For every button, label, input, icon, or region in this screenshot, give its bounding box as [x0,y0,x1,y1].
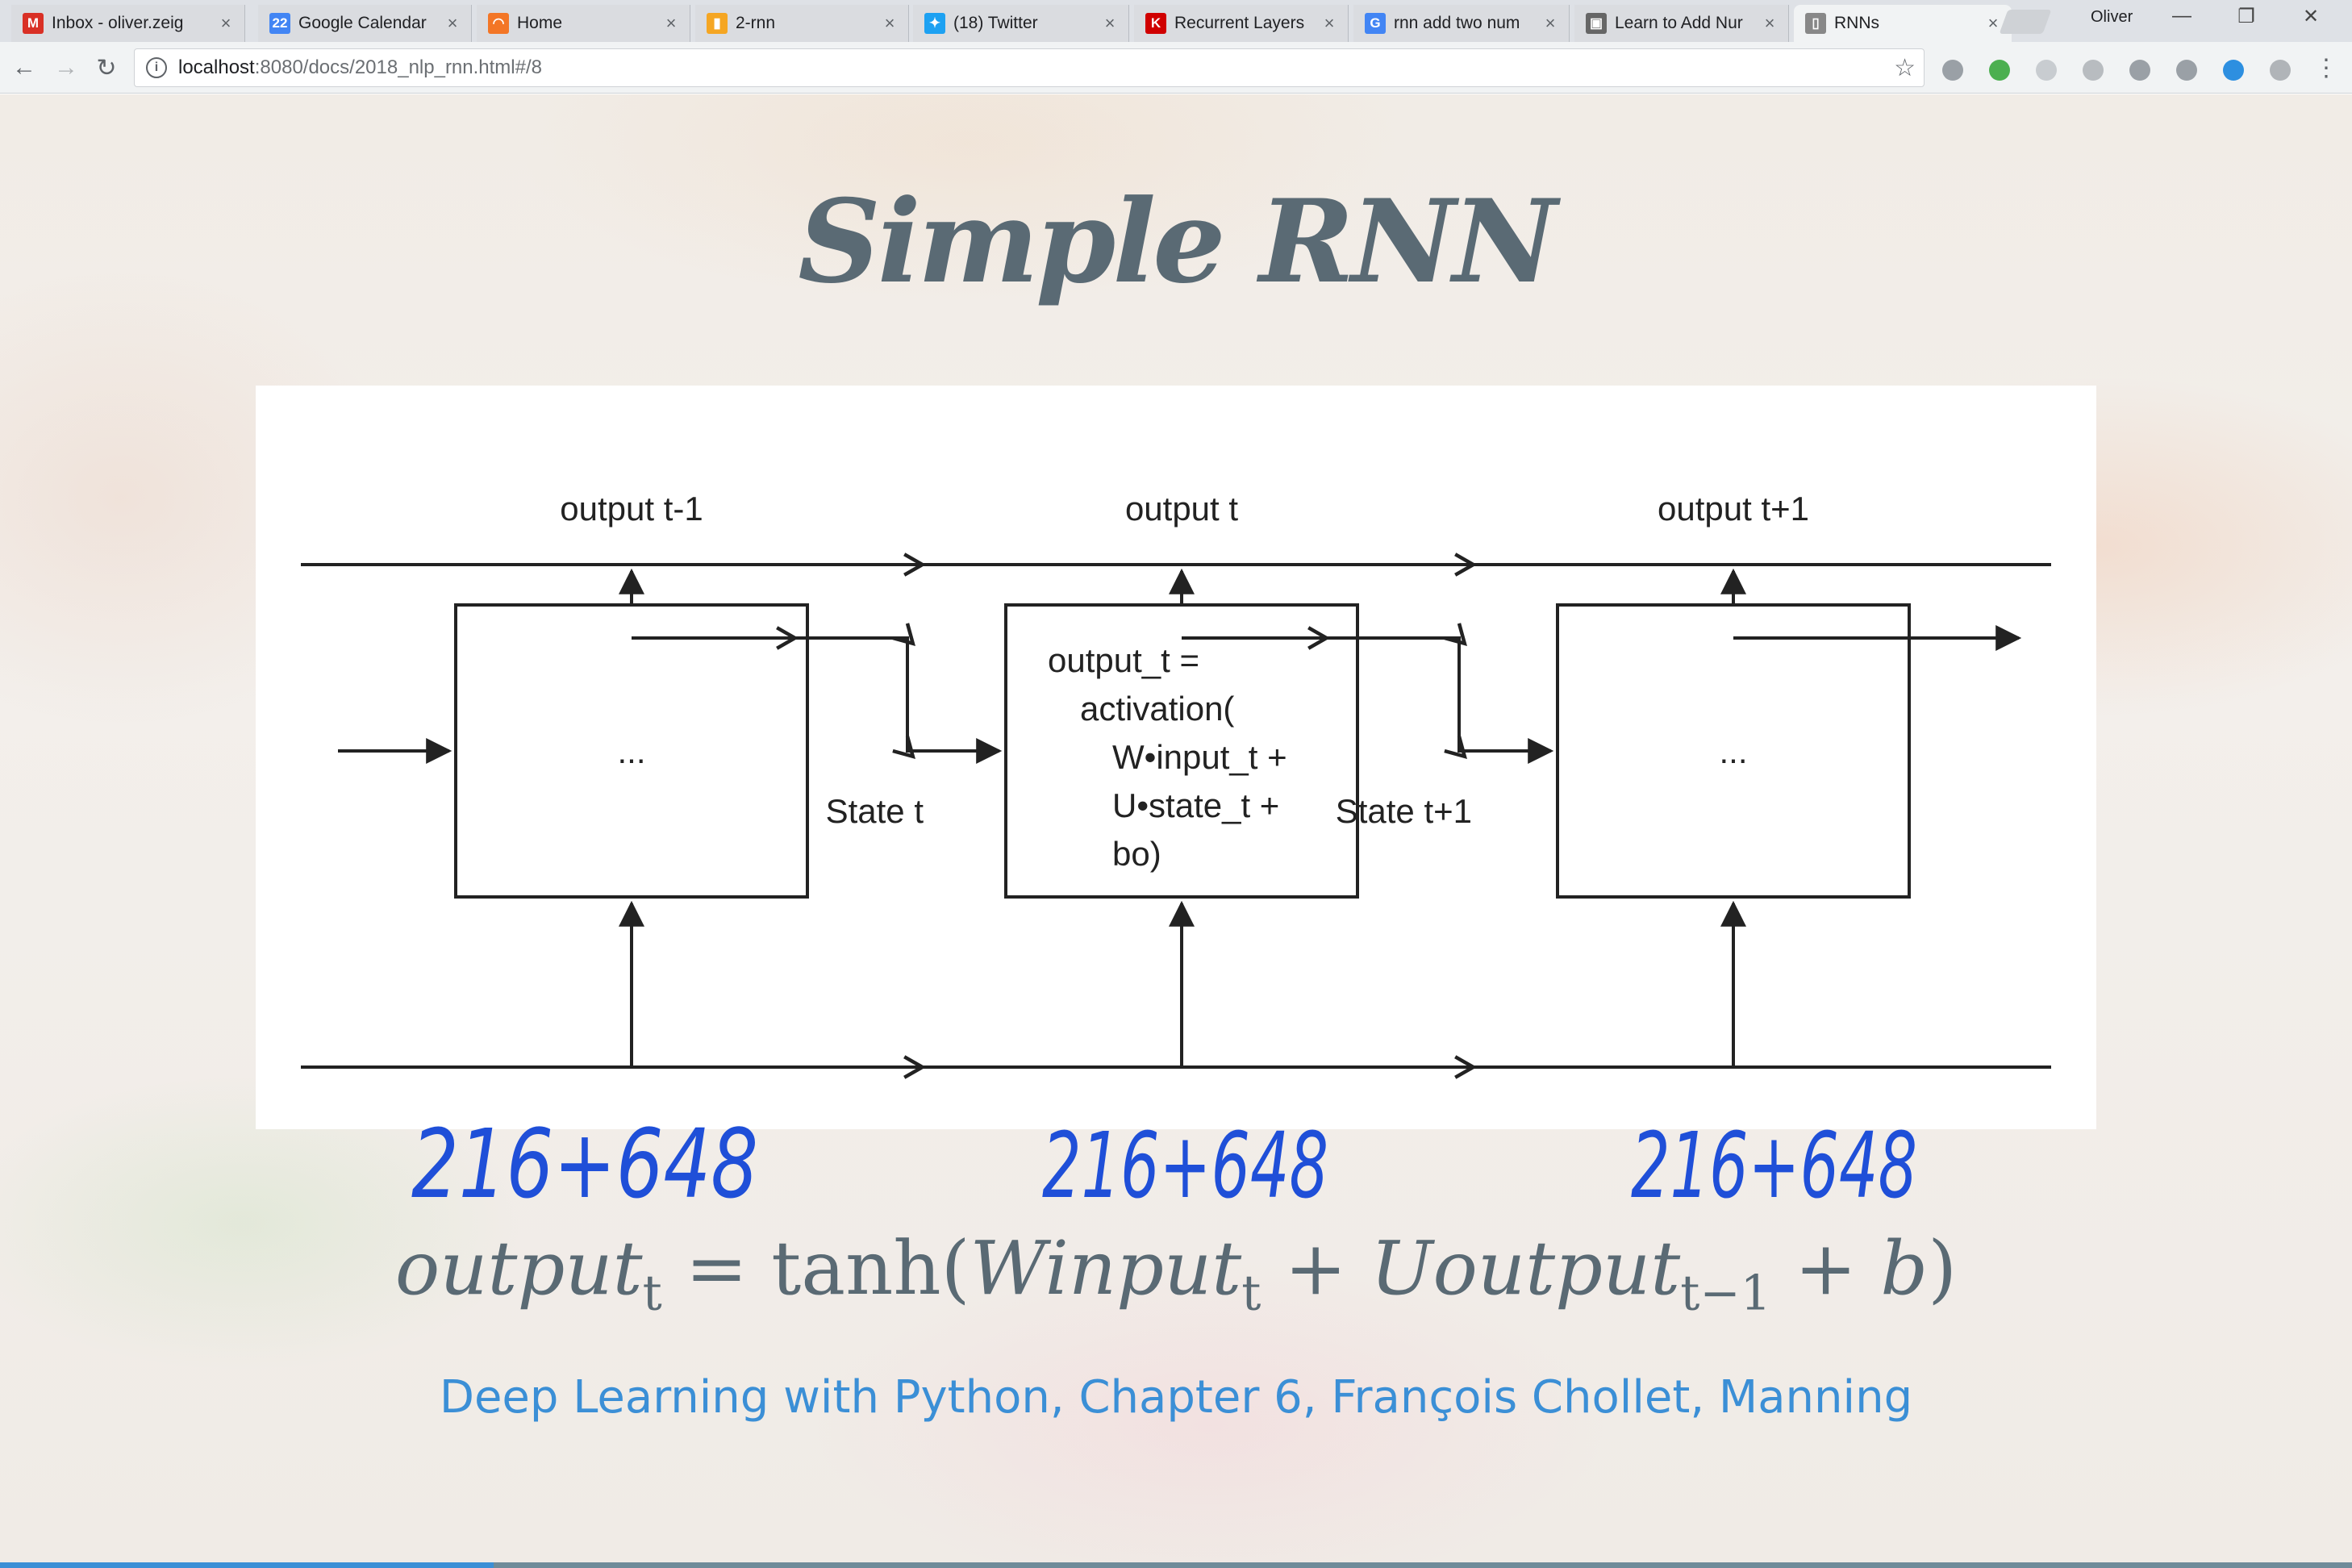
formula-lhs: output [394,1225,643,1312]
cell-formula-line: U•state_t + [1112,786,1279,824]
tab-close-icon[interactable]: × [1099,13,1120,34]
gmail-icon: M [23,13,44,34]
cell-formula-line: output_t = [1048,641,1199,679]
formula-w: W [970,1225,1045,1312]
tab-title: rnn add two num [1394,14,1520,32]
tab-title: (18) Twitter [953,14,1038,32]
browser-tab[interactable]: 22 Google Calendar × [258,5,472,42]
browser-tab[interactable]: ◠ Home × [477,5,690,42]
tab-title: Learn to Add Nur [1615,14,1743,32]
browser-tab[interactable]: Grnn add two num × [1353,5,1570,42]
tab-close-icon[interactable]: × [879,13,900,34]
site-icon: ▣ [1586,13,1607,34]
bookmark-star-icon[interactable]: ☆ [1894,54,1916,82]
window-close-button[interactable]: ✕ [2291,5,2331,28]
output-label: output t+1 [1658,490,1809,528]
rnn-diagram-svg: output t-1input t-1output tinput toutput… [301,490,2051,1079]
restore-button[interactable]: ❐ [2226,5,2267,28]
slide: Simple RNN output t-1 output t output t+… [0,94,2352,1568]
handwritten-note: 216+648 [1042,1114,1328,1217]
tab-title: Home [517,14,563,32]
handwriting-2: 216+648 [1042,1114,1328,1217]
state-label: State t [826,792,924,830]
back-button[interactable]: ← [8,52,40,84]
tab-title: Recurrent Layers [1174,14,1305,32]
url-path: :8080/docs/2018_nlp_rnn.html#/8 [254,56,542,78]
browser-tab[interactable]: ✦ (18) Twitter × [913,5,1129,42]
notebook-icon: ▮ [707,13,728,34]
grid-ext-icon[interactable] [2083,60,2104,81]
formula-plus-2: + [1770,1225,1881,1312]
cell-ellipsis: ... [617,732,645,770]
reload-button[interactable]: ↻ [90,52,123,84]
cell-formula-line: bo) [1112,835,1161,873]
slide-title: Simple RNN [798,175,1557,309]
menu-icon[interactable]: ⋮ [2310,52,2342,84]
url-host: localhost [178,56,255,78]
formula-lhs-sub: t [642,1265,662,1322]
browser-tab[interactable]: K Recurrent Layers × [1134,5,1349,42]
keras-icon: K [1145,13,1166,34]
new-tab-button[interactable] [1999,10,2052,34]
slide-progress-fill [0,1562,494,1568]
formula-input-sub: t [1241,1265,1261,1322]
profile-button[interactable]: Oliver [2091,8,2133,27]
google-icon: G [1365,13,1386,34]
twitter-icon: ✦ [924,13,945,34]
jupyter-icon: ◠ [488,13,509,34]
tab-title: 2-rnn [736,14,776,32]
formula-u: U [1370,1225,1433,1312]
tab-close-icon[interactable]: × [1759,13,1780,34]
cell-ellipsis: ... [1719,732,1747,770]
bar-ext-icon[interactable] [2129,60,2150,81]
blue-circle-ext-icon[interactable] [2223,60,2244,81]
rnn-diagram: output t-1input t-1output tinput toutput… [256,386,2096,1129]
output-label: output t [1125,490,1238,528]
browser-toolbar: ← → ↻ i localhost:8080/docs/2018_nlp_rnn… [0,42,2352,94]
browser-tab[interactable]: ▣ Learn to Add Nur × [1574,5,1789,42]
tab-close-icon[interactable]: × [1540,13,1561,34]
cell-formula-line: activation( [1080,690,1234,728]
formula-b: b [1880,1225,1929,1312]
output-label: output t-1 [560,490,703,528]
rnn-formula: outputt = tanh(Winputt + Uoutputt−1 + b) [0,1225,2352,1321]
formula-input: input [1045,1225,1242,1312]
gear-ext-icon[interactable] [2270,60,2291,81]
tab-close-icon[interactable]: × [215,13,236,34]
drive-icon[interactable] [1942,60,1963,81]
browser-tab[interactable]: ▮ 2-rnn × [695,5,909,42]
green-ext-icon[interactable] [1989,60,2010,81]
tab-strip: M Inbox - oliver.zeig × 22 Google Calendar × ◠… [0,0,2352,42]
citation-link[interactable]: Deep Learning with Python, Chapter 6, Fr… [0,1371,2352,1424]
formula-output: output [1432,1225,1681,1312]
tab-close-icon[interactable]: × [442,13,463,34]
handwriting-1: 216+648 [411,1112,758,1217]
handwritten-note: 216+648 [1631,1114,1917,1217]
tab-title: RNNs [1834,14,1879,32]
tab-close-icon[interactable]: × [661,13,682,34]
site-info-icon[interactable]: i [146,57,167,78]
browser-tab[interactable]: M Inbox - oliver.zeig × [11,5,245,42]
tab-title: Google Calendar [298,14,427,32]
address-bar[interactable]: i localhost:8080/docs/2018_nlp_rnn.html#… [134,48,1925,87]
formula-eq: = tanh( [661,1225,970,1312]
formula-output-sub: t−1 [1680,1265,1771,1322]
state-label: State t+1 [1336,792,1472,830]
tab-title: Inbox - oliver.zeig [52,14,184,32]
handwriting-3: 216+648 [1631,1114,1917,1217]
grey-ext-icon[interactable] [2036,60,2057,81]
formula-close: ) [1928,1225,1958,1312]
tab-close-icon[interactable]: × [1319,13,1340,34]
minimize-button[interactable]: — [2162,5,2202,27]
formula-plus-1: + [1261,1225,1370,1312]
browser-tab[interactable]: ▯ RNNs × [1794,5,2012,42]
page-icon: ▯ [1805,13,1826,34]
hex-ext-icon[interactable] [2176,60,2197,81]
forward-button[interactable]: → [50,52,82,84]
handwritten-note: 216+648 [411,1112,758,1217]
cell-formula-line: W•input_t + [1112,738,1287,776]
calendar-icon: 22 [269,13,290,34]
